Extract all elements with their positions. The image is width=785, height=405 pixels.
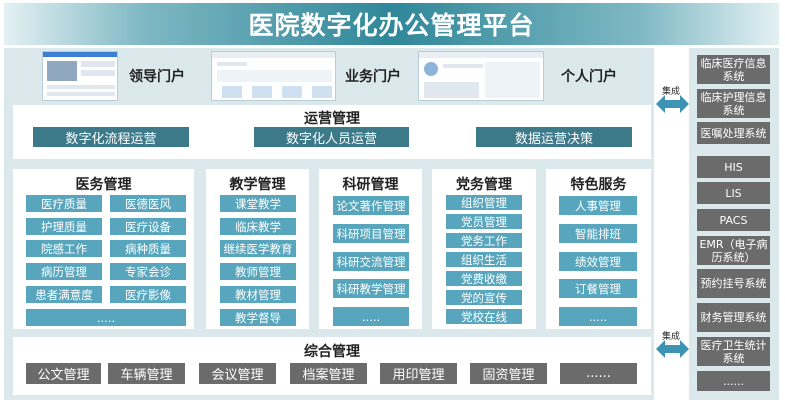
- portal-business-thumbnail: [211, 51, 336, 101]
- system-item[interactable]: EMR（电子病历系统）: [697, 236, 770, 265]
- system-item[interactable]: 医疗卫生统计系统: [697, 337, 770, 366]
- party-title: 党务管理: [456, 177, 512, 193]
- special-item-more[interactable]: .....: [559, 307, 637, 326]
- system-item[interactable]: 预约挂号系统: [697, 269, 770, 298]
- system-item[interactable]: HIS: [697, 156, 770, 178]
- general-item-more[interactable]: ......: [560, 363, 637, 384]
- teaching-item[interactable]: 教学督导: [220, 309, 296, 326]
- portal-personal-label: 个人门户: [561, 69, 617, 85]
- medical-item[interactable]: 病历管理: [26, 263, 102, 280]
- medical-item[interactable]: 医疗设备: [110, 218, 186, 235]
- system-item[interactable]: 临床护理信息系统: [697, 89, 770, 118]
- party-item[interactable]: 党的宣传: [446, 290, 522, 305]
- operations-item-data[interactable]: 数据运营决策: [476, 127, 632, 147]
- general-item[interactable]: 用印管理: [380, 363, 457, 384]
- party-item[interactable]: 党务工作: [446, 233, 522, 248]
- medical-item[interactable]: 患者满意度: [26, 286, 102, 303]
- teaching-item[interactable]: 临床教学: [220, 218, 296, 235]
- party-item[interactable]: 党员管理: [446, 214, 522, 229]
- teaching-item[interactable]: 课堂教学: [220, 195, 296, 212]
- operations-title: 运营管理: [304, 111, 360, 127]
- general-title: 综合管理: [304, 344, 360, 360]
- research-item[interactable]: 论文著作管理: [333, 196, 409, 215]
- teaching-item[interactable]: 教师管理: [220, 263, 296, 280]
- double-arrow-icon: [656, 340, 689, 358]
- system-item[interactable]: 财务管理系统: [697, 303, 770, 332]
- general-item[interactable]: 公文管理: [26, 363, 101, 384]
- medical-item[interactable]: 护理质量: [26, 218, 102, 235]
- party-item[interactable]: 组织管理: [446, 195, 522, 210]
- double-arrow-icon: [656, 95, 689, 113]
- system-item[interactable]: PACS: [697, 209, 770, 231]
- title-banner: 医院数字化办公管理平台: [4, 3, 779, 45]
- system-item[interactable]: 医嘱处理系统: [697, 122, 770, 144]
- portal-business-label: 业务门户: [345, 69, 401, 85]
- special-title: 特色服务: [570, 177, 627, 193]
- special-item[interactable]: 绩效管理: [559, 252, 637, 271]
- special-item[interactable]: 订餐管理: [559, 279, 637, 298]
- medical-item[interactable]: 病种质量: [110, 240, 186, 257]
- system-item-more[interactable]: ......: [697, 371, 770, 391]
- operations-item-staff[interactable]: 数字化人员运营: [254, 127, 409, 147]
- research-item[interactable]: 科研教学管理: [333, 279, 409, 298]
- research-item[interactable]: 科研项目管理: [333, 224, 409, 243]
- research-item-more[interactable]: .....: [333, 307, 409, 326]
- portal-leader-label: 领导门户: [129, 69, 185, 85]
- portal-leader-thumbnail: [42, 51, 118, 101]
- system-item[interactable]: 临床医疗信息系统: [697, 55, 770, 84]
- medical-item[interactable]: 专家会诊: [110, 263, 186, 280]
- research-item[interactable]: 科研交流管理: [333, 252, 409, 271]
- medical-title: 医务管理: [75, 177, 132, 193]
- general-item[interactable]: 会议管理: [199, 363, 276, 384]
- teaching-title: 教学管理: [229, 177, 286, 193]
- medical-item[interactable]: 院感工作: [26, 240, 102, 257]
- operations-item-process[interactable]: 数字化流程运营: [33, 127, 189, 147]
- medical-item[interactable]: 医疗质量: [26, 195, 102, 212]
- teaching-item[interactable]: 教材管理: [220, 286, 296, 303]
- party-item[interactable]: 组织生活: [446, 252, 522, 267]
- teaching-item[interactable]: 继续医学教育: [220, 240, 296, 257]
- special-item[interactable]: 智能排班: [559, 224, 637, 243]
- medical-item[interactable]: 医德医风: [110, 195, 186, 212]
- page-title: 医院数字化办公管理平台: [248, 11, 535, 40]
- medical-item[interactable]: 医疗影像: [110, 286, 186, 303]
- research-title: 科研管理: [342, 177, 399, 193]
- system-item[interactable]: LIS: [697, 182, 770, 204]
- special-item[interactable]: 人事管理: [559, 196, 637, 215]
- general-item[interactable]: 固资管理: [470, 363, 547, 384]
- party-item[interactable]: 党费收缴: [446, 271, 522, 286]
- party-item[interactable]: 党校在线: [446, 309, 522, 324]
- medical-item-more[interactable]: .....: [26, 309, 186, 326]
- general-item[interactable]: 档案管理: [290, 363, 367, 384]
- portal-personal-thumbnail: [418, 51, 544, 101]
- general-item[interactable]: 车辆管理: [108, 363, 185, 384]
